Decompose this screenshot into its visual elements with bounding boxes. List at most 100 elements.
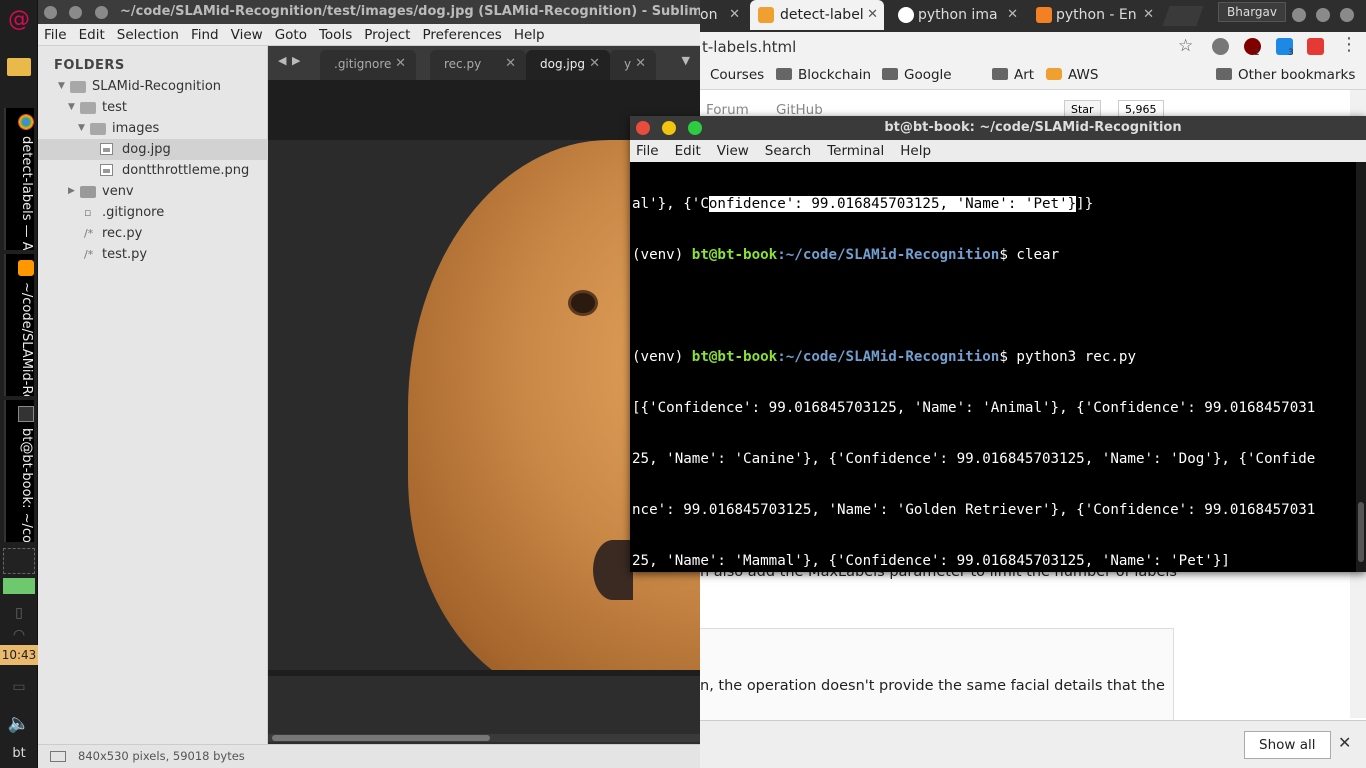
menu-edit[interactable]: Edit bbox=[663, 140, 705, 162]
chrome-tab-active[interactable]: detect-label ✕ bbox=[750, 0, 884, 30]
scrollbar-thumb[interactable] bbox=[1358, 502, 1364, 562]
dog-mouth-shape bbox=[593, 540, 633, 600]
close-icon[interactable]: ✕ bbox=[635, 50, 646, 78]
clock[interactable]: 10:43 bbox=[0, 645, 38, 665]
close-icon[interactable]: ✕ bbox=[1338, 733, 1351, 752]
show-all-button[interactable]: Show all bbox=[1244, 731, 1331, 759]
menu-project[interactable]: Project bbox=[358, 24, 416, 45]
volume-icon[interactable]: 🔈 bbox=[4, 708, 34, 738]
chrome-tab[interactable]: python - En ✕ bbox=[1028, 0, 1160, 30]
text-file-icon: ▫ bbox=[84, 206, 92, 219]
tab-dropdown-icon[interactable]: ▼ bbox=[682, 54, 690, 67]
sublime-icon bbox=[18, 260, 34, 276]
bookmark-courses[interactable]: Courses bbox=[710, 67, 764, 83]
close-icon[interactable]: ✕ bbox=[589, 50, 600, 78]
close-icon[interactable]: ✕ bbox=[395, 50, 406, 78]
menu-file[interactable]: File bbox=[630, 140, 663, 162]
terminal-output[interactable]: al'}, {'Confidence': 99.016845703125, 'N… bbox=[632, 162, 1352, 572]
window-title: ~/code/SLAMid-Recognition/test/images/do… bbox=[120, 4, 700, 19]
close-icon[interactable]: ✕ bbox=[867, 0, 878, 30]
panel-toggle-icon[interactable] bbox=[50, 751, 66, 762]
minimize-button[interactable] bbox=[69, 6, 82, 19]
terminal-titlebar[interactable]: bt@bt-book: ~/code/SLAMid-Recognition bbox=[630, 116, 1366, 140]
folder-icon bbox=[80, 102, 96, 114]
bookmark-star-icon[interactable]: ☆ bbox=[1178, 36, 1193, 56]
image-info: 840x530 pixels, 59018 bytes bbox=[78, 749, 245, 763]
user-initials[interactable]: bt bbox=[4, 738, 34, 768]
menu-file[interactable]: File bbox=[38, 24, 73, 45]
close-button[interactable] bbox=[44, 6, 57, 19]
tree-file-dontthrottleme[interactable]: dontthrottleme.png bbox=[38, 160, 268, 181]
tree-folder-test[interactable]: ▼ test bbox=[38, 97, 268, 118]
address-bar[interactable]: t-labels.html ☆ 1 3 ⋮ bbox=[700, 32, 1366, 62]
menu-search[interactable]: Search bbox=[753, 140, 815, 162]
menu-view[interactable]: View bbox=[705, 140, 753, 162]
sublime-titlebar[interactable]: ~/code/SLAMid-Recognition/test/images/do… bbox=[38, 0, 700, 24]
horizontal-scrollbar[interactable] bbox=[268, 734, 700, 742]
workspace-switcher[interactable] bbox=[3, 548, 35, 574]
tree-folder-venv[interactable]: ▶ venv bbox=[38, 181, 268, 202]
tree-folder-images[interactable]: ▼ images bbox=[38, 118, 268, 139]
lightbulb-extension-icon[interactable] bbox=[1212, 38, 1229, 55]
scrollbar-thumb[interactable] bbox=[272, 735, 490, 741]
terminal-menubar: File Edit View Search Terminal Help bbox=[630, 140, 1366, 162]
stack-extension-icon[interactable] bbox=[1307, 38, 1324, 55]
tree-file-rec-py[interactable]: /* rec.py bbox=[38, 223, 268, 244]
close-icon[interactable]: ✕ bbox=[1007, 0, 1018, 30]
menu-preferences[interactable]: Preferences bbox=[416, 24, 507, 45]
bookmark-art[interactable]: Art bbox=[992, 67, 1034, 83]
terminal-line: [{'Confidence': 99.016845703125, 'Name':… bbox=[632, 400, 1316, 416]
bookmark-google[interactable]: Google bbox=[882, 67, 952, 83]
menu-tools[interactable]: Tools bbox=[313, 24, 358, 45]
maximize-button[interactable] bbox=[95, 6, 108, 19]
chrome-tab-label: python - En bbox=[1056, 7, 1137, 23]
close-icon[interactable]: ✕ bbox=[1143, 0, 1154, 30]
tree-file-test-py[interactable]: /* test.py bbox=[38, 244, 268, 265]
aws-icon bbox=[1046, 68, 1062, 80]
tab-dog-jpg[interactable]: dog.jpg ✕ bbox=[526, 50, 610, 80]
bookmark-aws[interactable]: AWS bbox=[1046, 67, 1098, 83]
menu-view[interactable]: View bbox=[225, 24, 269, 45]
tab-gitignore[interactable]: .gitignore ✕ bbox=[320, 50, 416, 80]
url-text[interactable]: t-labels.html bbox=[702, 38, 796, 56]
dock-window-chrome[interactable]: detect-labels — All bbox=[4, 108, 34, 250]
launcher-dock: @ detect-labels — All ~/code/SLAMid-Re b… bbox=[0, 0, 38, 768]
image-file-icon bbox=[100, 164, 113, 176]
menu-selection[interactable]: Selection bbox=[111, 24, 185, 45]
dock-window-sublime[interactable]: ~/code/SLAMid-Re bbox=[4, 254, 34, 396]
chrome-tab[interactable]: python ima ✕ bbox=[890, 0, 1024, 30]
close-icon[interactable]: ✕ bbox=[729, 0, 740, 30]
tree-folder-root[interactable]: ▼ SLAMid-Recognition bbox=[38, 76, 268, 97]
terminal-scrollbar[interactable] bbox=[1356, 162, 1366, 572]
menu-kebab-icon[interactable]: ⋮ bbox=[1340, 34, 1358, 55]
minimize-button[interactable] bbox=[1292, 8, 1306, 22]
close-button[interactable] bbox=[1340, 8, 1354, 22]
chrome-tab-strip: on ✕ detect-label ✕ python ima ✕ python … bbox=[700, 0, 1366, 32]
debian-logo-icon[interactable]: @ bbox=[4, 4, 34, 34]
menu-goto[interactable]: Goto bbox=[269, 24, 313, 45]
menu-help[interactable]: Help bbox=[888, 140, 935, 162]
menu-edit[interactable]: Edit bbox=[73, 24, 111, 45]
tree-file-gitignore[interactable]: ▫ .gitignore bbox=[38, 202, 268, 223]
battery-icon[interactable]: ▭ bbox=[4, 672, 34, 702]
bookmark-blockchain[interactable]: Blockchain bbox=[776, 67, 871, 83]
close-icon[interactable]: ✕ bbox=[505, 50, 516, 78]
terminal-line: 25, 'Name': 'Canine'}, {'Confidence': 99… bbox=[632, 451, 1316, 467]
tab-next-icon[interactable]: ▶ bbox=[292, 54, 300, 67]
menu-terminal[interactable]: Terminal bbox=[815, 140, 888, 162]
tab-rec-py[interactable]: rec.py ✕ bbox=[430, 50, 526, 80]
menu-help[interactable]: Help bbox=[508, 24, 551, 45]
tab-prev-icon[interactable]: ◀ bbox=[278, 54, 286, 67]
bookmark-other[interactable]: Other bookmarks bbox=[1216, 67, 1355, 83]
files-folder-icon[interactable] bbox=[4, 52, 34, 82]
chrome-tab[interactable]: on ✕ bbox=[700, 0, 746, 30]
chevron-down-icon: ▼ bbox=[78, 123, 85, 133]
maximize-button[interactable] bbox=[1316, 8, 1330, 22]
menu-find[interactable]: Find bbox=[185, 24, 225, 45]
tab-partial[interactable]: y ✕ bbox=[610, 50, 656, 80]
dock-window-terminal[interactable]: bt@bt-book: ~/cod bbox=[4, 400, 34, 542]
new-tab-button[interactable] bbox=[1162, 6, 1204, 26]
profile-button[interactable]: Bhargav bbox=[1218, 2, 1286, 22]
tree-file-dog-jpg[interactable]: dog.jpg bbox=[38, 139, 268, 160]
